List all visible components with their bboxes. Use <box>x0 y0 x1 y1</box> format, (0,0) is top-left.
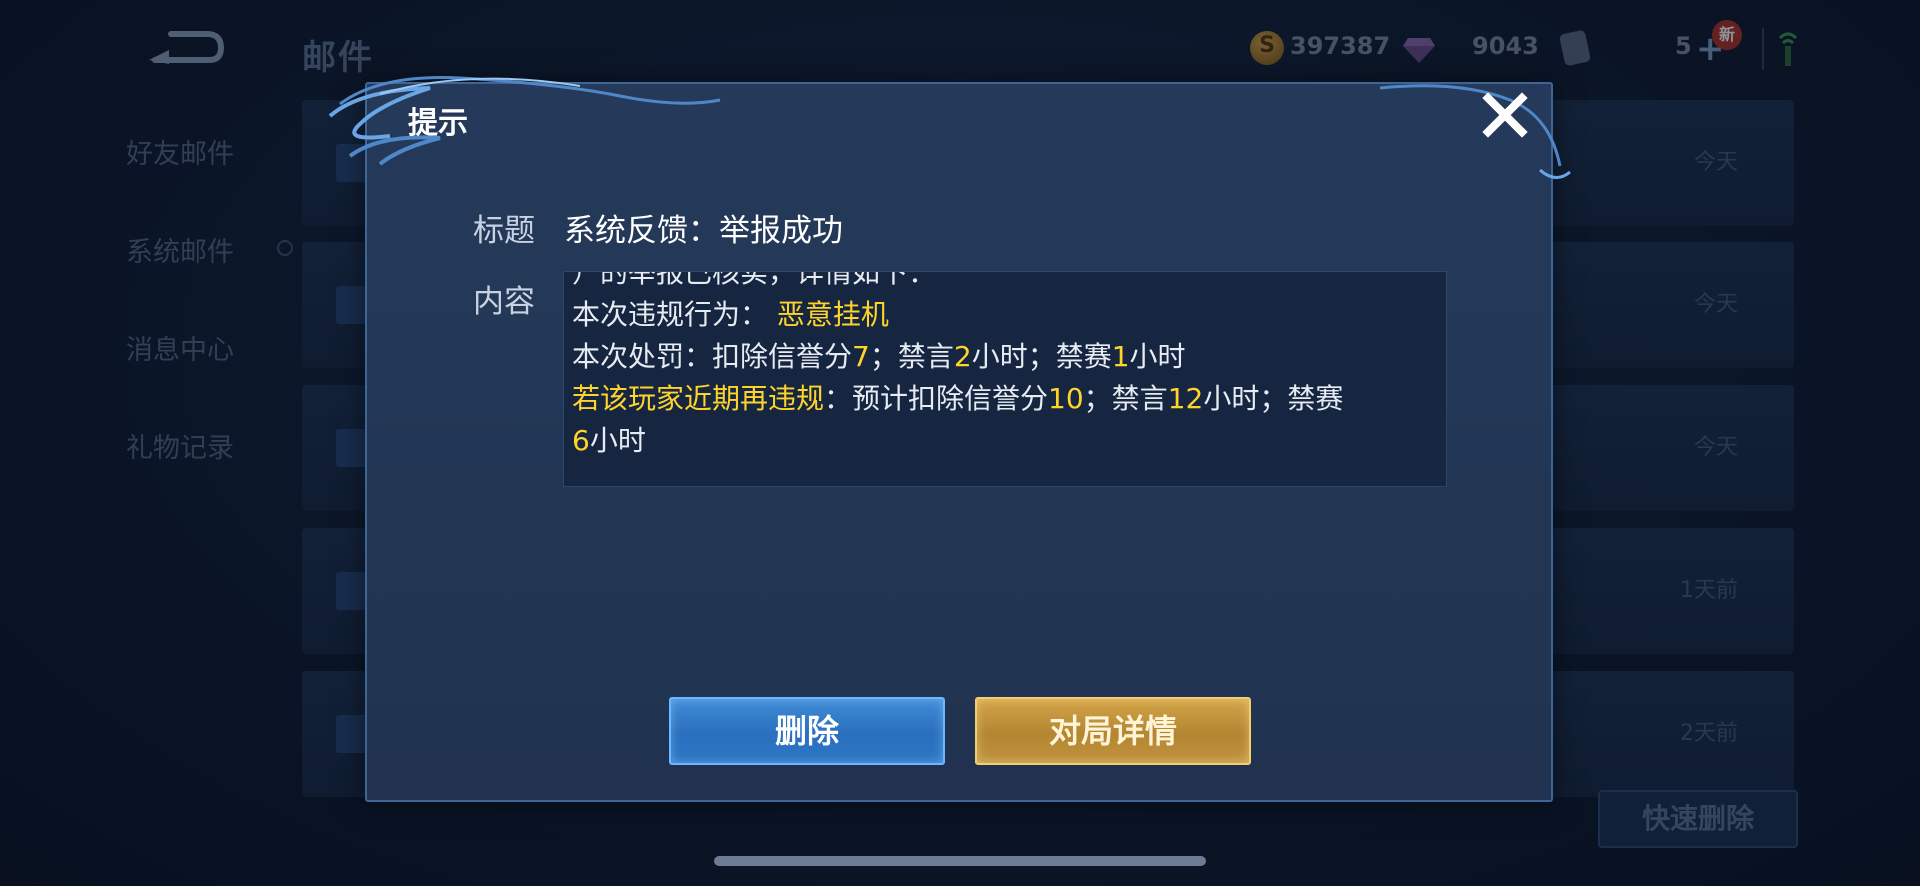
match-details-button[interactable]: 对局详情 <box>975 697 1251 765</box>
repeat-mute-prefix: ；禁言 <box>1083 382 1168 415</box>
content-line: 本次违规行为： 恶意挂机 <box>572 294 1442 336</box>
content-box[interactable]: ）的举报已核实，详情如下： 本次违规行为： 恶意挂机 本次处罚：扣除信誉分7；禁… <box>563 271 1447 487</box>
penalty-ban-prefix: 小时；禁赛 <box>971 340 1112 373</box>
content-line: 若该玩家近期再违规：预计扣除信誉分10；禁言12小时；禁赛 <box>572 378 1442 420</box>
content-line: ）的举报已核实，详情如下： <box>572 271 1442 294</box>
repeat-mid: ：预计扣除信誉分 <box>824 382 1049 415</box>
decorative-swirl <box>328 76 721 166</box>
repeat-suffix: 小时 <box>589 424 646 457</box>
subject-text: 系统反馈：举报成功 <box>564 213 843 249</box>
penalty-mute: 2 <box>953 340 972 373</box>
penalty-credit: 7 <box>852 340 870 373</box>
home-indicator[interactable] <box>714 856 1206 866</box>
content-intro: ）的举报已核实，详情如下： <box>572 271 937 289</box>
content-text: ）的举报已核实，详情如下： 本次违规行为： 恶意挂机 本次处罚：扣除信誉分7；禁… <box>572 271 1442 462</box>
content-label: 内容 <box>473 284 535 320</box>
delete-button[interactable]: 删除 <box>669 697 945 765</box>
repeat-credit: 10 <box>1048 382 1084 415</box>
close-icon[interactable] <box>1480 90 1530 140</box>
violation-type: 恶意挂机 <box>776 298 889 331</box>
penalty-prefix: 本次处罚：扣除信誉分 <box>572 340 853 373</box>
violation-prefix: 本次违规行为： <box>572 298 769 331</box>
repeat-ban: 6 <box>572 424 590 457</box>
content-line: 本次处罚：扣除信誉分7；禁言2小时；禁赛1小时 <box>572 336 1442 378</box>
penalty-suffix: 小时 <box>1129 340 1186 373</box>
penalty-mute-prefix: ；禁言 <box>869 340 954 373</box>
repeat-ban-prefix: 小时；禁赛 <box>1203 382 1344 415</box>
penalty-ban: 1 <box>1111 340 1130 373</box>
content-line: 6小时 <box>572 420 1442 462</box>
repeat-mute: 12 <box>1167 382 1204 415</box>
repeat-prefix: 若该玩家近期再违规 <box>572 382 825 415</box>
subject-label: 标题 <box>473 213 535 249</box>
dialog-title: 提示 <box>408 106 468 141</box>
